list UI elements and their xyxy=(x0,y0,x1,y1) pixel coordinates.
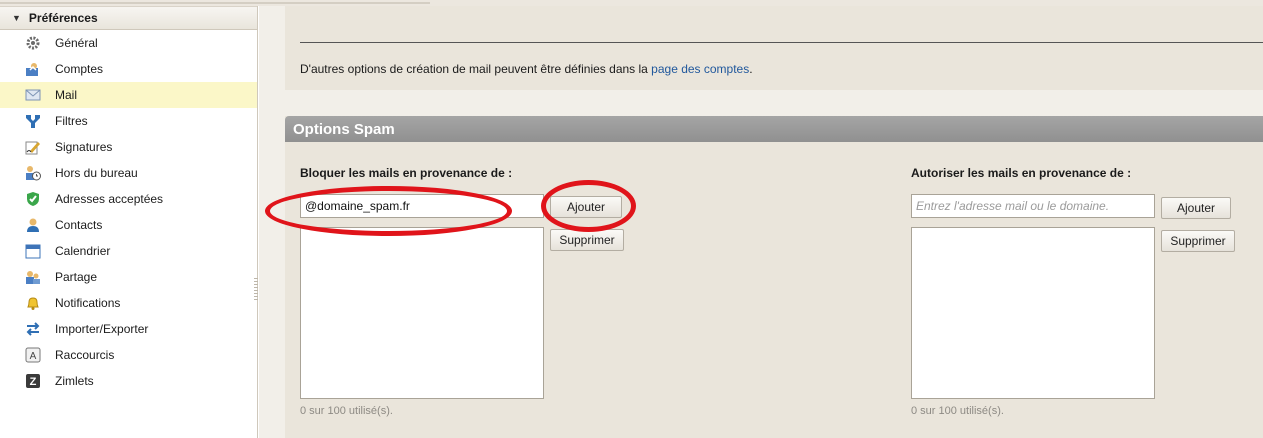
sidebar-item-label: Notifications xyxy=(55,296,121,310)
sidebar-header-label: Préférences xyxy=(28,11,98,25)
allow-address-input[interactable] xyxy=(911,194,1155,218)
sidebar-item-notifications[interactable]: Notifications xyxy=(0,290,257,316)
sidebar-item-label: Raccourcis xyxy=(55,348,115,362)
import-export-icon xyxy=(25,321,41,337)
sidebar-item-calendar[interactable]: Calendrier xyxy=(0,238,257,264)
contact-icon xyxy=(25,217,41,233)
shield-check-icon xyxy=(25,191,41,207)
accounts-page-link[interactable]: page des comptes xyxy=(651,62,749,76)
collapse-triangle-icon[interactable]: ▼ xyxy=(12,13,21,23)
sharing-icon xyxy=(25,269,41,285)
sidebar-item-import-export[interactable]: Importer/Exporter xyxy=(0,316,257,342)
sidebar-item-label: Mail xyxy=(55,88,78,102)
main-content: D'autres options de création de mail peu… xyxy=(259,6,1263,438)
sidebar-item-label: Contacts xyxy=(55,218,103,232)
sidebar-item-label: Partage xyxy=(55,270,98,284)
block-usage-count: 0 sur 100 utilisé(s). xyxy=(300,405,393,417)
sidebar-item-zimlets[interactable]: Z Zimlets xyxy=(0,368,257,394)
sidebar-header[interactable]: ▼ Préférences xyxy=(0,6,257,30)
sidebar-item-mail[interactable]: Mail xyxy=(0,82,257,108)
sidebar-item-accepted-addresses[interactable]: Adresses acceptées xyxy=(0,186,257,212)
sidebar-item-label: Hors du bureau xyxy=(55,166,138,180)
blocked-senders-list[interactable] xyxy=(300,227,544,399)
block-address-input[interactable] xyxy=(300,194,544,218)
block-remove-button[interactable]: Supprimer xyxy=(550,229,624,251)
sidebar-splitter[interactable] xyxy=(254,278,258,300)
bell-icon xyxy=(25,295,41,311)
info-text-body: D'autres options de création de mail peu… xyxy=(300,62,652,76)
sidebar-item-general[interactable]: Général xyxy=(0,30,257,56)
signature-icon xyxy=(25,139,41,155)
accounts-icon xyxy=(25,61,41,77)
gear-icon xyxy=(25,35,41,51)
zimlet-icon: Z xyxy=(25,373,41,389)
sidebar-item-label: Filtres xyxy=(55,114,88,128)
info-text-suffix: . xyxy=(749,62,753,76)
sidebar-item-accounts[interactable]: Comptes xyxy=(0,56,257,82)
info-text: D'autres options de création de mail peu… xyxy=(300,62,753,76)
svg-text:Z: Z xyxy=(30,376,37,388)
spam-options-title: Options Spam xyxy=(285,116,1263,142)
section-divider xyxy=(300,42,1263,43)
allow-senders-label: Autoriser les mails en provenance de : xyxy=(911,166,1132,180)
sidebar-item-label: Zimlets xyxy=(55,374,94,388)
sidebar-item-label: Comptes xyxy=(55,62,104,76)
out-of-office-icon xyxy=(25,165,41,181)
calendar-icon xyxy=(25,243,41,259)
sidebar-item-label: Général xyxy=(55,36,98,50)
filter-icon xyxy=(25,113,41,129)
sidebar-item-label: Signatures xyxy=(55,140,113,154)
sidebar-item-signatures[interactable]: Signatures xyxy=(0,134,257,160)
svg-text:A: A xyxy=(30,351,37,362)
block-senders-label: Bloquer les mails en provenance de : xyxy=(300,166,513,180)
allow-remove-button[interactable]: Supprimer xyxy=(1161,230,1235,252)
sidebar-item-contacts[interactable]: Contacts xyxy=(0,212,257,238)
mail-options-panel: D'autres options de création de mail peu… xyxy=(285,6,1263,90)
top-strip-line xyxy=(0,2,430,4)
sidebar-item-sharing[interactable]: Partage xyxy=(0,264,257,290)
mail-icon xyxy=(25,87,41,103)
spam-options-panel: Options Spam Bloquer les mails en proven… xyxy=(285,116,1263,438)
preferences-sidebar: ▼ Préférences Général Comptes Mail Filtr… xyxy=(0,6,258,438)
allowed-senders-list[interactable] xyxy=(911,227,1155,399)
allow-add-button[interactable]: Ajouter xyxy=(1161,197,1231,219)
sidebar-item-out-of-office[interactable]: Hors du bureau xyxy=(0,160,257,186)
sidebar-item-label: Calendrier xyxy=(55,244,111,258)
sidebar-item-filters[interactable]: Filtres xyxy=(0,108,257,134)
sidebar-item-label: Adresses acceptées xyxy=(55,192,164,206)
allow-usage-count: 0 sur 100 utilisé(s). xyxy=(911,405,1004,417)
sidebar-item-shortcuts[interactable]: A Raccourcis xyxy=(0,342,257,368)
block-add-button[interactable]: Ajouter xyxy=(550,196,622,218)
shortcut-icon: A xyxy=(25,347,41,363)
sidebar-item-label: Importer/Exporter xyxy=(55,322,149,336)
